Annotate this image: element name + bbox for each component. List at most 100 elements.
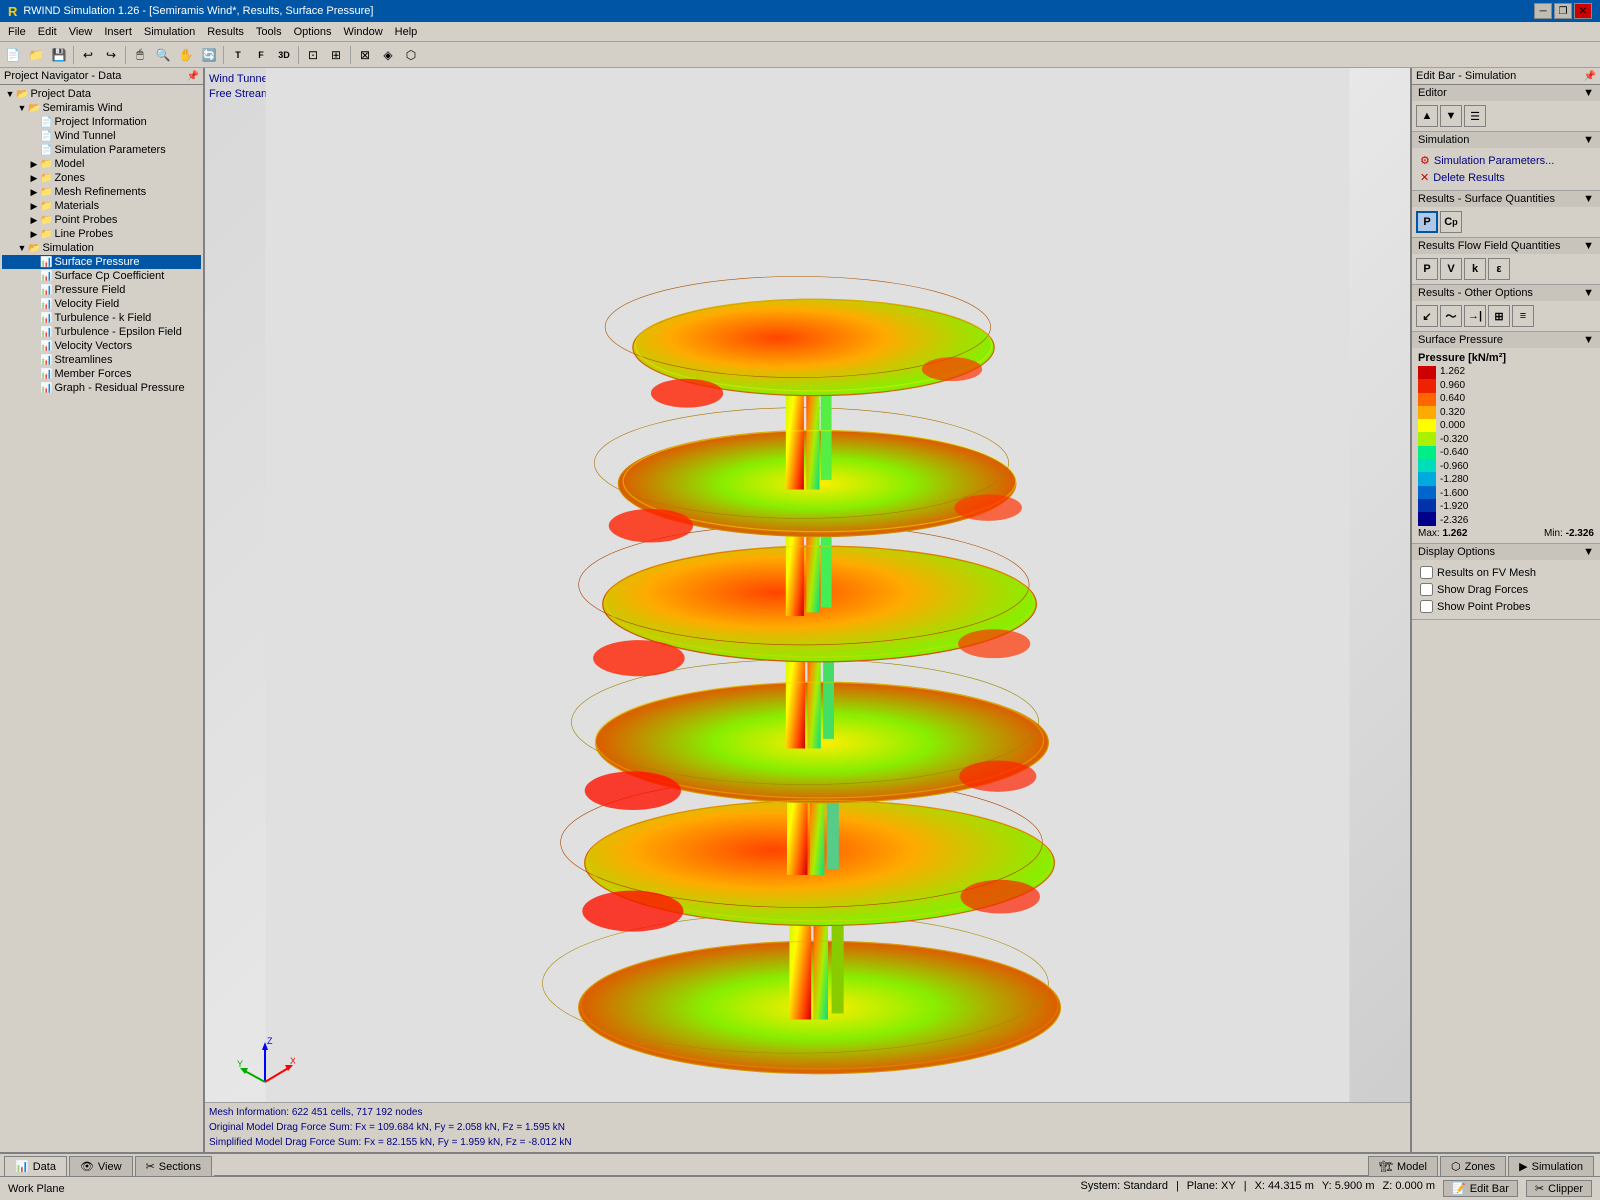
surface-pressure-collapse[interactable]: ▼ <box>1583 334 1594 346</box>
toolbar-view-top[interactable]: T <box>227 44 249 66</box>
tree-expand-turbulence-eps[interactable] <box>28 326 40 338</box>
delete-results-link[interactable]: ✕ Delete Results <box>1418 169 1594 186</box>
tree-item-turbulence-eps[interactable]: 📊Turbulence - Epsilon Field <box>2 325 201 339</box>
tree-expand-velocity-field[interactable] <box>28 298 40 310</box>
tree-expand-model[interactable]: ▶ <box>28 158 40 170</box>
show-drag-forces-row[interactable]: Show Drag Forces <box>1418 581 1594 598</box>
tree-item-velocity-field[interactable]: 📊Velocity Field <box>2 297 201 311</box>
tree-item-project-data[interactable]: ▼📂Project Data <box>2 87 201 101</box>
other-btn-3[interactable]: →| <box>1464 305 1486 327</box>
toolbar-view-front[interactable]: F <box>250 44 272 66</box>
tree-expand-point-probes[interactable]: ▶ <box>28 214 40 226</box>
toolbar-new[interactable]: 📄 <box>2 44 24 66</box>
tree-item-point-probes[interactable]: ▶📁Point Probes <box>2 213 201 227</box>
flow-p-btn[interactable]: P <box>1416 258 1438 280</box>
toolbar-render[interactable]: ◈ <box>377 44 399 66</box>
tab-zones[interactable]: ⬡ Zones <box>1440 1156 1506 1176</box>
tree-item-surface-cp[interactable]: 📊Surface Cp Coefficient <box>2 269 201 283</box>
results-other-collapse[interactable]: ▼ <box>1583 287 1594 299</box>
tree-expand-turbulence-k[interactable] <box>28 312 40 324</box>
flow-k-btn[interactable]: k <box>1464 258 1486 280</box>
simulation-collapse[interactable]: ▼ <box>1583 134 1594 146</box>
tree-expand-graph-residual[interactable] <box>28 382 40 394</box>
menu-view[interactable]: View <box>63 22 99 41</box>
show-drag-forces-check[interactable] <box>1420 583 1433 596</box>
tree-expand-velocity-vectors[interactable] <box>28 340 40 352</box>
results-fv-mesh-row[interactable]: Results on FV Mesh <box>1418 564 1594 581</box>
toolbar-redo[interactable]: ↪ <box>100 44 122 66</box>
show-point-probes-row[interactable]: Show Point Probes <box>1418 598 1594 615</box>
flow-v-btn[interactable]: V <box>1440 258 1462 280</box>
toolbar-pan[interactable]: ✋ <box>175 44 197 66</box>
tree-expand-sim-params[interactable] <box>28 144 40 156</box>
toolbar-rotate[interactable]: 🔄 <box>198 44 220 66</box>
menu-results[interactable]: Results <box>201 22 250 41</box>
menu-tools[interactable]: Tools <box>250 22 288 41</box>
other-btn-5[interactable]: ≡ <box>1512 305 1534 327</box>
restore-button[interactable]: ❐ <box>1554 3 1572 19</box>
menu-options[interactable]: Options <box>288 22 338 41</box>
results-flow-collapse[interactable]: ▼ <box>1583 240 1594 252</box>
tree-item-graph-residual[interactable]: 📊Graph - Residual Pressure <box>2 381 201 395</box>
tree-expand-mesh-ref[interactable]: ▶ <box>28 186 40 198</box>
other-btn-2[interactable]: 〜 <box>1440 305 1462 327</box>
toolbar-save[interactable]: 💾 <box>48 44 70 66</box>
toolbar-zoom[interactable]: 🔍 <box>152 44 174 66</box>
display-options-collapse[interactable]: ▼ <box>1583 546 1594 558</box>
tree-expand-semiramis[interactable]: ▼ <box>16 102 28 114</box>
tab-data[interactable]: 📊 Data <box>4 1156 67 1176</box>
tree-item-member-forces[interactable]: 📊Member Forces <box>2 367 201 381</box>
tree-item-materials[interactable]: ▶📁Materials <box>2 199 201 213</box>
tree-item-pressure-field[interactable]: 📊Pressure Field <box>2 283 201 297</box>
tab-sections[interactable]: ✂ Sections <box>135 1156 212 1176</box>
tree-item-semiramis[interactable]: ▼📂Semiramis Wind <box>2 101 201 115</box>
cp-btn[interactable]: Cp <box>1440 211 1462 233</box>
tree-expand-simulation[interactable]: ▼ <box>16 242 28 254</box>
viewport[interactable]: Wind Tunnel Dimensions: Dx = 138.121 m, … <box>205 68 1410 1152</box>
tree-item-zones[interactable]: ▶📁Zones <box>2 171 201 185</box>
toolbar-open[interactable]: 📁 <box>25 44 47 66</box>
tab-model[interactable]: 🏗 Model <box>1368 1156 1438 1176</box>
toolbar-wire[interactable]: ⬡ <box>400 44 422 66</box>
results-surface-collapse[interactable]: ▼ <box>1583 193 1594 205</box>
toolbar-undo[interactable]: ↩ <box>77 44 99 66</box>
tree-item-wind-tunnel[interactable]: 📄Wind Tunnel <box>2 129 201 143</box>
right-panel-pin[interactable]: 📌 <box>1584 71 1596 82</box>
menu-simulation[interactable]: Simulation <box>138 22 201 41</box>
menu-edit[interactable]: Edit <box>32 22 63 41</box>
tab-simulation[interactable]: ▶ Simulation <box>1508 1156 1594 1176</box>
tree-item-line-probes[interactable]: ▶📁Line Probes <box>2 227 201 241</box>
menu-file[interactable]: File <box>2 22 32 41</box>
sim-params-link[interactable]: ⚙ Simulation Parameters... <box>1418 152 1594 169</box>
toolbar-view-3d[interactable]: 3D <box>273 44 295 66</box>
tree-expand-proj-info[interactable] <box>28 116 40 128</box>
tree-expand-surface-cp[interactable] <box>28 270 40 282</box>
toolbar-fit[interactable]: ⊡ <box>302 44 324 66</box>
tree-item-sim-params[interactable]: 📄Simulation Parameters <box>2 143 201 157</box>
tree-expand-streamlines[interactable] <box>28 354 40 366</box>
tree-item-simulation[interactable]: ▼📂Simulation <box>2 241 201 255</box>
toolbar-mesh[interactable]: ⊠ <box>354 44 376 66</box>
minimize-button[interactable]: ─ <box>1534 3 1552 19</box>
tree-item-turbulence-k[interactable]: 📊Turbulence - k Field <box>2 311 201 325</box>
menu-insert[interactable]: Insert <box>98 22 138 41</box>
edit-bar-button[interactable]: 📝 Edit Bar <box>1443 1180 1518 1197</box>
tree-item-proj-info[interactable]: 📄Project Information <box>2 115 201 129</box>
editor-btn-2[interactable]: ▼ <box>1440 105 1462 127</box>
tree-item-model[interactable]: ▶📁Model <box>2 157 201 171</box>
tab-view[interactable]: 👁 View <box>69 1156 133 1176</box>
editor-collapse[interactable]: ▼ <box>1583 87 1594 99</box>
tree-expand-pressure-field[interactable] <box>28 284 40 296</box>
other-btn-1[interactable]: ↙ <box>1416 305 1438 327</box>
tree-item-streamlines[interactable]: 📊Streamlines <box>2 353 201 367</box>
tree-item-surface-pressure[interactable]: 📊Surface Pressure <box>2 255 201 269</box>
menu-help[interactable]: Help <box>389 22 424 41</box>
tree-expand-member-forces[interactable] <box>28 368 40 380</box>
editor-btn-1[interactable]: ▲ <box>1416 105 1438 127</box>
tree-item-mesh-ref[interactable]: ▶📁Mesh Refinements <box>2 185 201 199</box>
clipper-button[interactable]: ✂ Clipper <box>1526 1180 1592 1197</box>
tree-expand-line-probes[interactable]: ▶ <box>28 228 40 240</box>
pressure-btn[interactable]: P <box>1416 211 1438 233</box>
show-point-probes-check[interactable] <box>1420 600 1433 613</box>
toolbar-select[interactable]: 🖱 <box>129 44 151 66</box>
